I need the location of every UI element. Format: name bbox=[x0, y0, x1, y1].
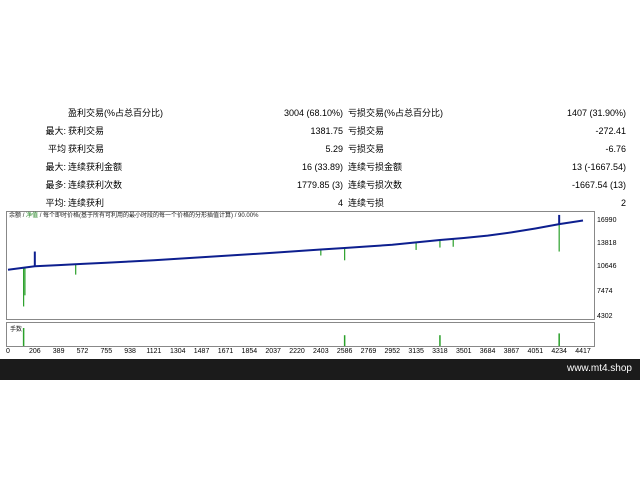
x-axis: 0 206 389 572 755 938 1121 1304 1487 1671 1854 2037… bbox=[0, 347, 640, 358]
stats-value2: 1407 (31.90%) bbox=[566, 108, 626, 118]
stats-value2: 13 (-1667.54) bbox=[571, 162, 626, 172]
stats-label: 连续获利金额 bbox=[68, 162, 123, 172]
stats-value2: -272.41 bbox=[595, 126, 626, 136]
volume-label: 手数 bbox=[10, 327, 23, 333]
x-tick-label: 2403 bbox=[313, 348, 329, 355]
stats-value2: -6.76 bbox=[605, 144, 626, 154]
stats-value: 4 bbox=[337, 198, 343, 208]
report-stats-table: 盈利交易(%占总百分比) 3004 (68.10%) 亏损交易(%占总百分比) 140… bbox=[0, 102, 640, 208]
balance-chart bbox=[6, 211, 595, 320]
stats-row: 最大: 连续获利金额 16 (33.89) 连续亏损金额 13 (-1667.54) bbox=[0, 158, 640, 176]
chart-frame bbox=[6, 211, 595, 320]
stats-label2: 连续亏损金额 bbox=[348, 162, 403, 172]
stats-value2: 2 bbox=[620, 198, 626, 208]
stats-row: 最多: 连续获利次数 1779.85 (3) 连续亏损次数 -1667.54 (13) bbox=[0, 176, 640, 194]
chart-title-equity: 净值 bbox=[26, 213, 39, 219]
x-tick-label: 4234 bbox=[551, 348, 567, 355]
x-tick-label: 3135 bbox=[408, 348, 424, 355]
y-axis: 16990 13818 10646 7474 4302 bbox=[595, 211, 640, 351]
x-tick-label: 2220 bbox=[289, 348, 305, 355]
x-tick-label: 938 bbox=[124, 348, 136, 355]
y-tick-label: 4302 bbox=[597, 313, 613, 320]
x-tick-label: 755 bbox=[100, 348, 113, 355]
x-tick-label: 2769 bbox=[360, 348, 377, 355]
x-tick-label: 1121 bbox=[146, 348, 162, 355]
stats-prefix: 最大: bbox=[45, 162, 66, 172]
volume-frame bbox=[6, 322, 595, 347]
y-tick-label: 16990 bbox=[597, 217, 617, 224]
stats-row: 最大: 获利交易 1381.75 亏损交易 -272.41 bbox=[0, 122, 640, 140]
y-tick-label: 13818 bbox=[597, 240, 617, 247]
stats-row: 平均: 连续获利 4 连续亏损 2 bbox=[0, 194, 640, 212]
x-tick-label: 3867 bbox=[503, 348, 520, 355]
stats-row: 盈利交易(%占总百分比) 3004 (68.10%) 亏损交易(%占总百分比) 140… bbox=[0, 104, 640, 122]
stats-value2: -1667.54 (13) bbox=[571, 180, 626, 190]
x-tick-label: 2586 bbox=[336, 348, 353, 355]
watermark-text: www.mt4.shop bbox=[566, 363, 632, 374]
stats-label: 获利交易 bbox=[68, 144, 105, 154]
x-tick-label: 3318 bbox=[432, 348, 448, 355]
stats-label2: 亏损交易 bbox=[348, 126, 385, 136]
x-tick-label: 2952 bbox=[384, 348, 401, 355]
stats-value: 16 (33.89) bbox=[301, 162, 343, 172]
volume-chart bbox=[6, 322, 595, 347]
x-tick-label: 206 bbox=[28, 348, 41, 355]
x-tick-label: 1854 bbox=[241, 348, 258, 355]
watermark-bar: www.mt4.shop bbox=[0, 359, 640, 380]
x-tick-label: 4051 bbox=[527, 348, 544, 355]
chart-title: 余额 / 净值 / 每个即时价格(基于所有可利用的最小时段的每一个价格的分形插值… bbox=[9, 213, 259, 219]
chart-title-balance: 余额 bbox=[9, 213, 22, 219]
stats-label: 盈利交易(%占总百分比) bbox=[68, 108, 163, 118]
y-tick-label: 10646 bbox=[597, 263, 617, 270]
x-tick-label: 3684 bbox=[479, 348, 496, 355]
chart-title-rest: / 每个即时价格(基于所有可利用的最小时段的每一个价格的分形插值计算) / 90… bbox=[39, 213, 259, 219]
stats-label2: 亏损交易(%占总百分比) bbox=[348, 108, 443, 118]
x-tick-label: 1304 bbox=[169, 348, 186, 355]
stats-value: 1779.85 (3) bbox=[296, 180, 343, 190]
stats-prefix: 平均: bbox=[45, 198, 66, 208]
stats-label: 连续获利次数 bbox=[68, 180, 123, 190]
stats-label2: 连续亏损次数 bbox=[348, 180, 403, 190]
x-tick-label: 1671 bbox=[217, 348, 234, 355]
stats-label: 连续获利 bbox=[68, 198, 105, 208]
stats-label2: 连续亏损 bbox=[348, 198, 385, 208]
x-tick-label: 1487 bbox=[193, 348, 210, 355]
stats-row: 平均 获利交易 5.29 亏损交易 -6.76 bbox=[0, 140, 640, 158]
x-tick-label: 389 bbox=[52, 348, 65, 355]
y-tick-label: 7474 bbox=[597, 288, 613, 295]
stats-value: 5.29 bbox=[325, 144, 343, 154]
stats-label: 获利交易 bbox=[68, 126, 105, 136]
x-tick-label: 572 bbox=[76, 348, 89, 355]
x-tick-label: 0 bbox=[6, 348, 10, 355]
x-tick-label: 4417 bbox=[575, 348, 591, 355]
x-tick-label: 2037 bbox=[265, 348, 281, 355]
stats-prefix: 平均 bbox=[47, 144, 66, 154]
stats-value: 1381.75 bbox=[310, 126, 343, 136]
stats-label2: 亏损交易 bbox=[348, 144, 385, 154]
x-tick-label: 3501 bbox=[455, 348, 472, 355]
stats-prefix: 最多: bbox=[45, 180, 66, 190]
stats-prefix: 最大: bbox=[45, 126, 66, 136]
stats-value: 3004 (68.10%) bbox=[283, 108, 343, 118]
